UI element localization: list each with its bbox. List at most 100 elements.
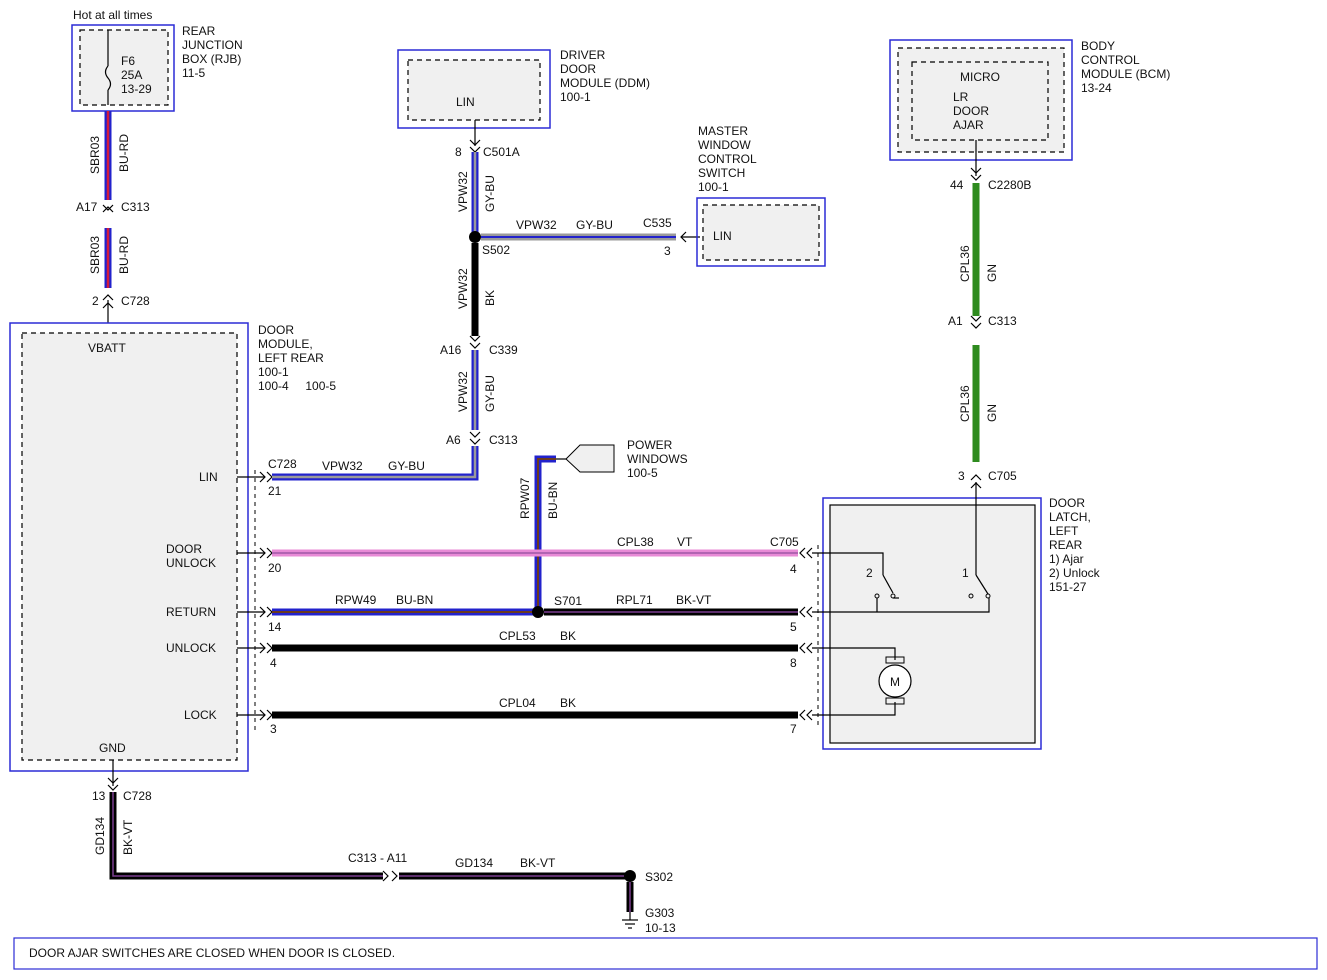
wiring-diagram: Hot at all times F6 25A 13-29 REAR JUNCT… (9, 8, 1318, 970)
connector-c313-top: C313 (121, 200, 150, 214)
cpl36-b-color: GN (985, 404, 999, 422)
pin-4-right: 4 (790, 562, 797, 576)
fuse-rating: 25A (121, 68, 142, 82)
switch-2-label: 2 (866, 566, 873, 580)
pin-a6: A6 (446, 433, 461, 447)
connector-c2280b: C2280B (988, 178, 1031, 192)
bcm-micro-label: MICRO (960, 70, 1000, 84)
svg-text:JUNCTION: JUNCTION (182, 38, 243, 52)
svg-text:2) Unlock: 2) Unlock (1049, 566, 1101, 580)
svg-text:100-4 100-5: 100-4 100-5 (258, 379, 336, 393)
vpw32-lin-circuit: VPW32 (322, 459, 363, 473)
pin-a1: A1 (948, 314, 963, 328)
svg-text:MASTER: MASTER (698, 124, 748, 138)
rpw07-circuit: RPW07 (518, 477, 532, 519)
cpl38-color: VT (677, 535, 693, 549)
splice-s502 (469, 231, 481, 243)
vpw32-c-color: GY-BU (483, 375, 497, 412)
svg-text:100-1: 100-1 (698, 180, 729, 194)
bcm-door-label: DOOR (953, 104, 989, 118)
cpl36-a-color: GN (985, 264, 999, 282)
sbr03-b-color: BU-RD (117, 236, 131, 274)
bcm-lr-label: LR (953, 90, 969, 104)
cpl04-color: BK (560, 696, 576, 710)
switch-1-label: 1 (962, 566, 969, 580)
connector-c501a: C501A (483, 145, 520, 159)
svg-text:DRIVER: DRIVER (560, 48, 606, 62)
vpw32-bk-circuit: VPW32 (456, 268, 470, 309)
svg-text:BODY: BODY (1081, 39, 1115, 53)
pin-a17: A17 (76, 200, 98, 214)
fuse-ref: 13-29 (121, 82, 152, 96)
bcm-label: BODY CONTROL MODULE (BCM) 13-24 (1081, 39, 1170, 95)
sbr03-a-color: BU-RD (117, 134, 131, 172)
connector-c339: C339 (489, 343, 518, 357)
pin-3-top: 3 (958, 469, 965, 483)
ddm-label: DRIVER DOOR MODULE (DDM) 100-1 (560, 48, 650, 104)
sbr03-a-circuit: SBR03 (88, 136, 102, 174)
cpl38-circuit: CPL38 (617, 535, 654, 549)
rpw07-color: BU-BN (546, 482, 560, 519)
door-module-inner (21, 332, 238, 761)
pin-label-door: DOOR (166, 542, 202, 556)
pin-8: 8 (455, 145, 462, 159)
splice-s302-label: S302 (645, 870, 673, 884)
svg-text:100-5: 100-5 (627, 466, 658, 480)
pin-label-lock: LOCK (184, 708, 217, 722)
cpl04-circuit: CPL04 (499, 696, 536, 710)
connector-c705-top: C705 (988, 469, 1017, 483)
vbatt-label: VBATT (88, 341, 126, 355)
power-windows-label: POWER WINDOWS 100-5 (627, 438, 688, 480)
svg-text:MODULE (DDM): MODULE (DDM) (560, 76, 650, 90)
fuse-label: F6 (121, 54, 135, 68)
pin-label-return: RETURN (166, 605, 216, 619)
master-switch-lin-label: LIN (713, 229, 732, 243)
pin-2: 2 (92, 294, 99, 308)
splice-s302 (624, 870, 636, 882)
pin-3-left: 3 (270, 722, 277, 736)
vpw32-h-circuit: VPW32 (516, 218, 557, 232)
pin-label-unlock-2: UNLOCK (166, 641, 216, 655)
pin-label-lin: LIN (199, 470, 218, 484)
cpl36-a-circuit: CPL36 (958, 245, 972, 282)
splice-s701-label: S701 (554, 594, 582, 608)
svg-text:DOOR: DOOR (258, 323, 294, 337)
svg-text:REAR: REAR (1049, 538, 1083, 552)
vpw32-h-color: GY-BU (576, 218, 613, 232)
pin-44: 44 (950, 178, 964, 192)
ground-g303: G303 (645, 906, 675, 920)
door-latch-label: DOOR LATCH, LEFT REAR 1) Ajar 2) Unlock … (1049, 496, 1101, 594)
rpw49-color: BU-BN (396, 593, 433, 607)
svg-text:LEFT: LEFT (1049, 524, 1079, 538)
svg-text:MODULE (BCM): MODULE (BCM) (1081, 67, 1170, 81)
cpl36-b-circuit: CPL36 (958, 385, 972, 422)
note-text: DOOR AJAR SWITCHES ARE CLOSED WHEN DOOR … (29, 946, 395, 960)
svg-text:WINDOWS: WINDOWS (627, 452, 688, 466)
connector-c313-mid: C313 (489, 433, 518, 447)
svg-text:LEFT REAR: LEFT REAR (258, 351, 324, 365)
gd134-h-color: BK-VT (520, 856, 556, 870)
vpw32-a-color: GY-BU (483, 175, 497, 212)
svg-text:REAR: REAR (182, 24, 216, 38)
svg-text:13-24: 13-24 (1081, 81, 1112, 95)
gd134-h-circuit: GD134 (455, 856, 493, 870)
svg-text:CONTROL: CONTROL (1081, 53, 1140, 67)
ground-symbol (622, 912, 638, 929)
ddm-lin-label: LIN (456, 95, 475, 109)
svg-text:11-5: 11-5 (182, 66, 205, 80)
pin-3-c535: 3 (664, 244, 671, 258)
svg-text:100-1: 100-1 (560, 90, 591, 104)
connector-c535: C535 (643, 216, 672, 230)
master-switch-label: MASTER WINDOW CONTROL SWITCH 100-1 (698, 124, 757, 194)
vpw32-lin-color: GY-BU (388, 459, 425, 473)
gnd-label: GND (99, 741, 126, 755)
pin-5-right: 5 (790, 620, 797, 634)
ddm-inner (407, 59, 541, 121)
connector-c313-a11: C313 - A11 (348, 851, 407, 865)
svg-text:LATCH,: LATCH, (1049, 510, 1091, 524)
gd134-v-circuit: GD134 (93, 817, 107, 855)
splice-s502-label: S502 (482, 243, 510, 257)
door-latch-inner (829, 504, 1036, 744)
power-windows-flag (565, 444, 615, 473)
rpl71-color: BK-VT (676, 593, 712, 607)
